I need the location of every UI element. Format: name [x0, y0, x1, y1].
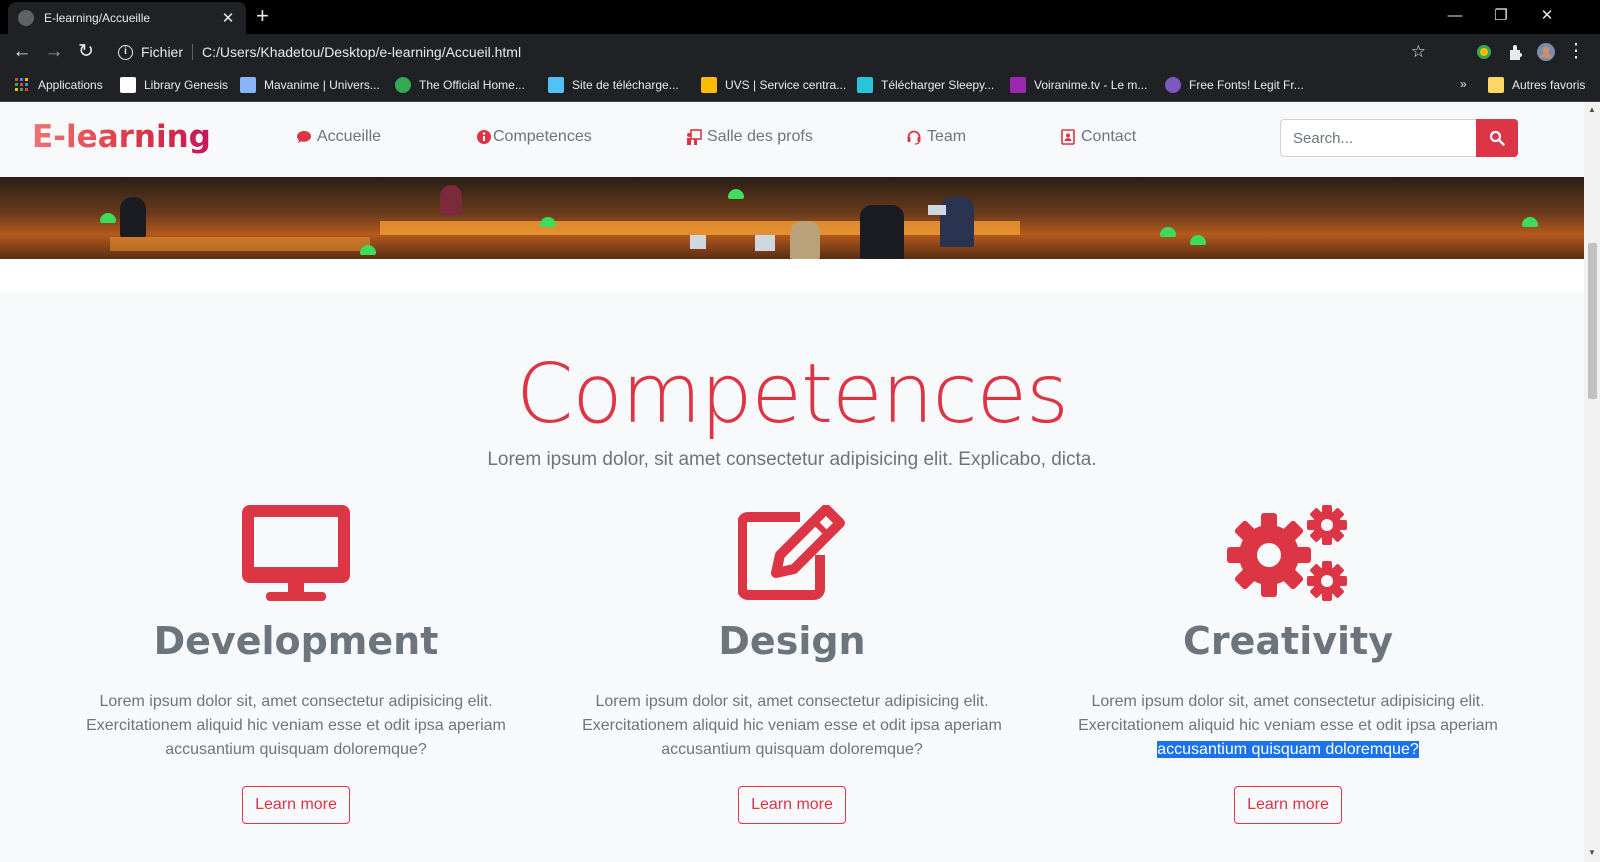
card-heading: Development [153, 619, 439, 663]
selected-text: accusantium quisquam doloremque? [1157, 741, 1419, 758]
forward-icon[interactable]: → [40, 38, 68, 66]
learn-more-button[interactable]: Learn more [1234, 786, 1342, 824]
close-window-icon[interactable]: ✕ [1524, 4, 1570, 28]
nav-item-salle-des-profs[interactable]: Salle des profs [686, 128, 813, 146]
section-subtitle: Lorem ipsum dolor, sit amet consectetur … [487, 449, 1097, 470]
info-circle-icon [477, 130, 491, 144]
card-text: Lorem ipsum dolor sit, amet consectetur … [86, 693, 506, 758]
folder-icon [1488, 77, 1504, 93]
minimize-icon[interactable]: — [1432, 4, 1478, 28]
bookmark-uvs[interactable]: UVS | Service centra... [701, 77, 846, 93]
search-icon [1489, 130, 1505, 146]
info-icon[interactable]: i [118, 44, 133, 60]
more-bookmarks-icon[interactable]: » [1460, 77, 1467, 91]
card-heading: Creativity [1183, 619, 1393, 663]
apps-grid-icon [15, 78, 28, 91]
new-tab-button[interactable]: + [256, 4, 269, 28]
card-development: Development Lorem ipsum dolor sit, amet … [76, 505, 516, 824]
reload-icon[interactable]: ↻ [72, 38, 100, 66]
bookmark-voiranime[interactable]: Voiranime.tv - Le m... [1010, 77, 1147, 93]
bookmark-telechargement[interactable]: Site de télécharge... [548, 77, 679, 93]
play-icon [1010, 77, 1026, 93]
bookmark-other-favorites[interactable]: Autres favoris [1488, 77, 1585, 93]
globe-icon [18, 10, 34, 26]
brand-logo[interactable]: E-learning [32, 119, 211, 155]
spacer [0, 259, 1584, 291]
bookmark-star-icon[interactable]: ☆ [1411, 42, 1426, 62]
anime-icon [240, 77, 256, 93]
site-icon [857, 77, 873, 93]
close-tab-icon[interactable]: ✕ [220, 9, 236, 27]
nav-item-competences[interactable]: Competences [476, 128, 592, 146]
chalkboard-teacher-icon [687, 129, 702, 145]
puzzle-icon[interactable] [1506, 42, 1526, 62]
comment-icon [297, 131, 311, 143]
divider [192, 44, 194, 60]
search-form [1280, 119, 1518, 157]
nav-item-accueille[interactable]: Accueille [296, 128, 381, 146]
address-bar[interactable]: i Fichier C:/Users/Khadetou/Desktop/e-le… [108, 38, 1460, 66]
extension-icon[interactable] [1474, 42, 1494, 62]
card-heading: Design [718, 619, 866, 663]
cogs-icon [1227, 505, 1347, 601]
headset-icon [907, 130, 921, 145]
avatar[interactable] [1536, 42, 1556, 62]
browser-tab-bar: E-learning/Accueille ✕ + — ❐ ✕ [0, 0, 1600, 34]
menu-icon[interactable]: ⋮ [1564, 38, 1588, 66]
nav-item-contact[interactable]: Contact [1060, 128, 1136, 146]
back-icon[interactable]: ← [8, 38, 36, 66]
nav-item-team[interactable]: Team [906, 128, 966, 146]
font-icon [1165, 77, 1181, 93]
protocol-label: Fichier [141, 44, 184, 60]
site-icon [395, 77, 411, 93]
desktop-icon [242, 505, 350, 601]
download-arrow-icon [548, 77, 564, 93]
browser-toolbar: ← → ↻ i Fichier C:/Users/Khadetou/Deskto… [0, 34, 1600, 70]
address-book-icon [1061, 129, 1075, 145]
page-viewport: E-learning Accueille Competences Salle d… [0, 103, 1584, 862]
scroll-up-icon[interactable]: ▲ [1587, 105, 1597, 115]
restore-icon[interactable]: ❐ [1478, 4, 1524, 28]
edit-icon [738, 505, 845, 600]
bookmark-free-fonts[interactable]: Free Fonts! Legit Fr... [1165, 77, 1304, 93]
browser-tab[interactable]: E-learning/Accueille ✕ [8, 2, 246, 34]
book-icon [120, 77, 136, 93]
section-title: Competences [516, 347, 1069, 442]
card-design: Design Lorem ipsum dolor sit, amet conse… [572, 505, 1012, 824]
search-input[interactable] [1280, 119, 1476, 157]
library-banner-image [0, 177, 1584, 259]
bookmark-library-genesis[interactable]: Library Genesis [120, 77, 228, 93]
competences-section: Competences Lorem ipsum dolor, sit amet … [0, 291, 1584, 862]
scroll-down-icon[interactable]: ▼ [1587, 848, 1597, 858]
learn-more-button[interactable]: Learn more [738, 786, 846, 824]
bookmarks-bar: Applications Library Genesis Mavanime | … [0, 70, 1600, 102]
card-text: Lorem ipsum dolor sit, amet consectetur … [582, 693, 1002, 758]
learn-more-button[interactable]: Learn more [242, 786, 350, 824]
scroll-thumb[interactable] [1588, 243, 1597, 399]
card-creativity: Creativity Lorem ipsum dolor sit, amet c… [1068, 505, 1508, 824]
bookmark-official-home[interactable]: The Official Home... [395, 77, 525, 93]
bookmark-applications[interactable]: Applications [14, 77, 103, 93]
tab-title: E-learning/Accueille [44, 11, 151, 25]
bookmark-mavanime[interactable]: Mavanime | Univers... [240, 77, 380, 93]
site-navbar: E-learning Accueille Competences Salle d… [0, 103, 1584, 177]
card-text: Lorem ipsum dolor sit, amet consectetur … [1078, 693, 1498, 758]
search-button[interactable] [1476, 119, 1518, 157]
bookmark-sleepy[interactable]: Télécharger Sleepy... [857, 77, 994, 93]
uvs-logo-icon [701, 77, 717, 93]
url-text[interactable]: C:/Users/Khadetou/Desktop/e-learning/Acc… [202, 44, 521, 60]
page-scrollbar[interactable]: ▲ ▼ [1584, 103, 1600, 862]
